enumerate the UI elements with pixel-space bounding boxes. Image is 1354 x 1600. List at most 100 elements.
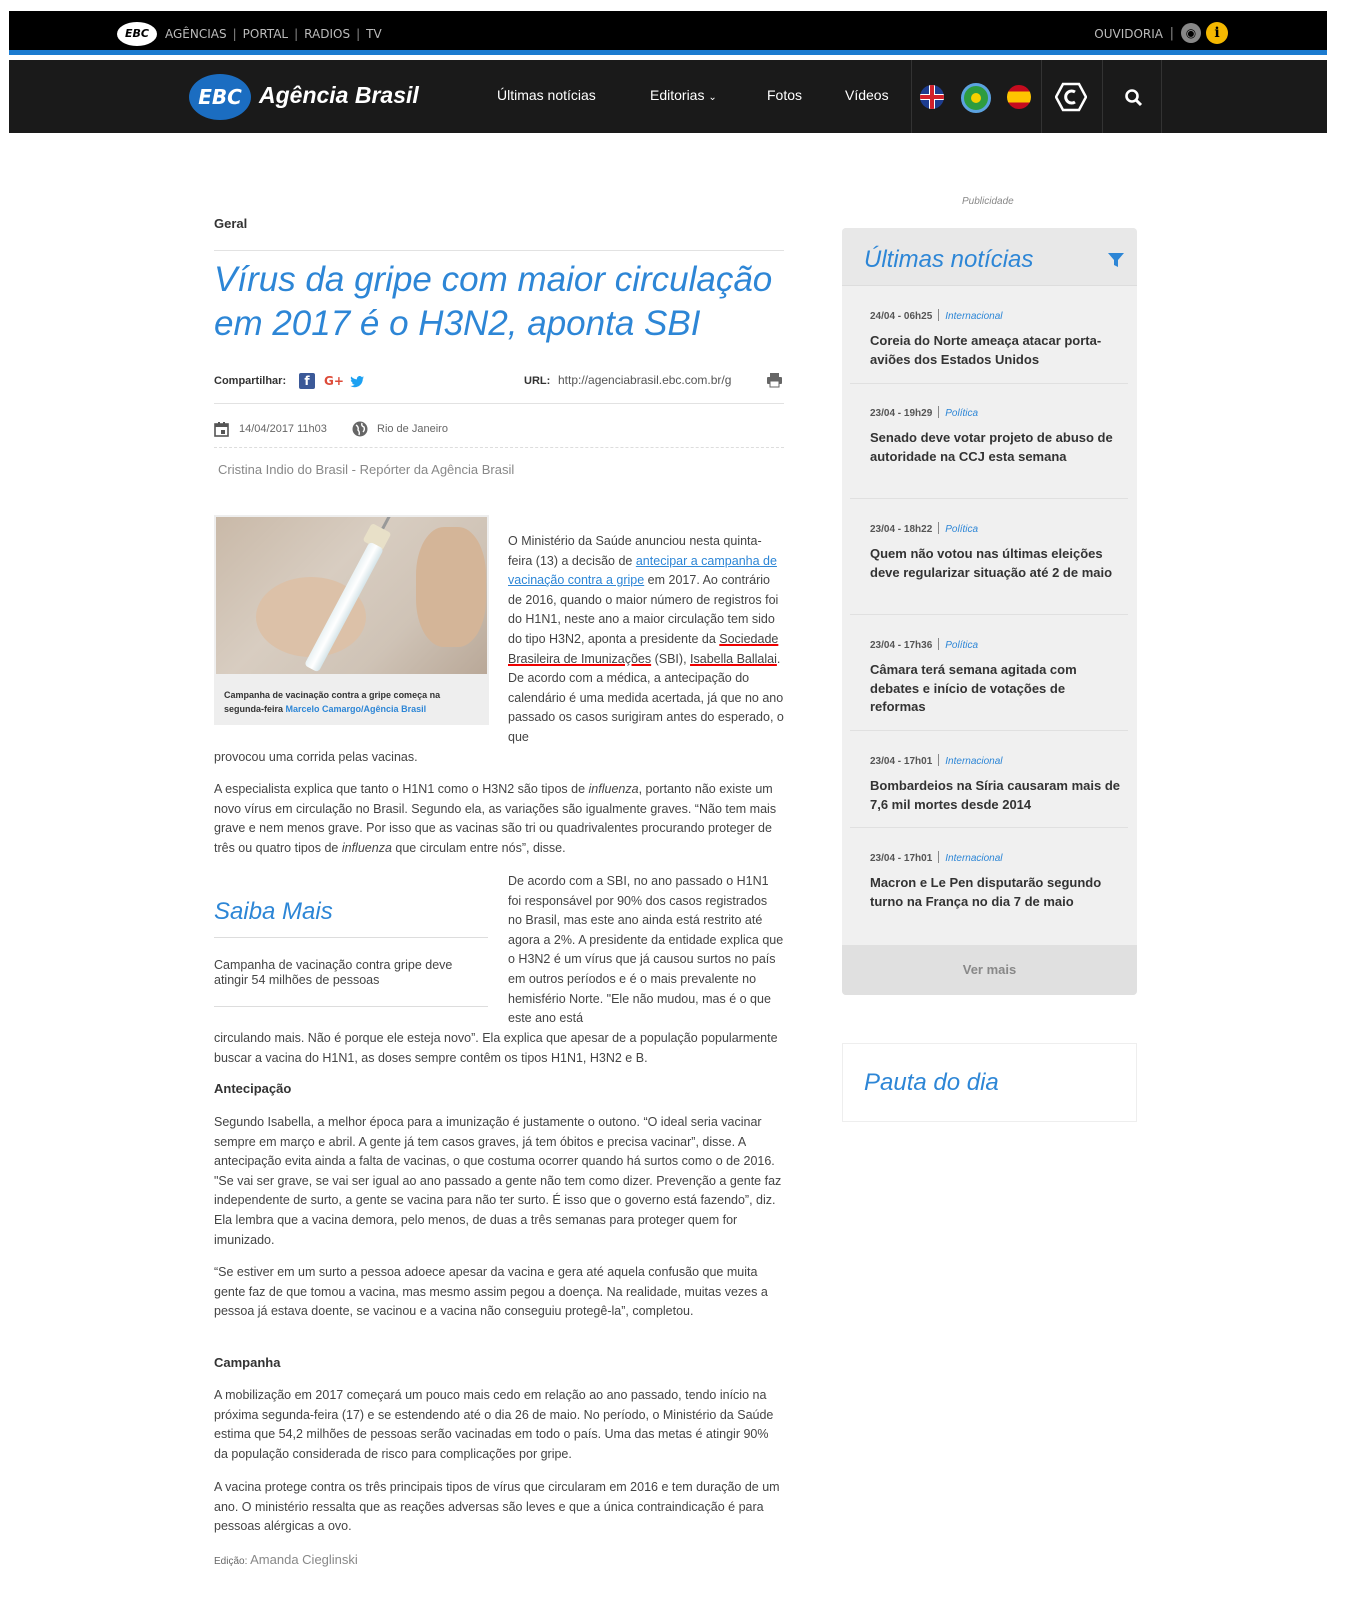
- info-icon[interactable]: i: [1206, 22, 1228, 44]
- photo-credit[interactable]: Marcelo Camargo/Agência Brasil: [286, 704, 427, 714]
- text: A especialista explica que tanto o H1N1 …: [214, 782, 589, 796]
- nav-divider: [1041, 60, 1042, 133]
- news-item[interactable]: 23/04 - 17h36 Política Câmara terá semana…: [870, 635, 1120, 717]
- paragraph-5: “Se estiver em um surto a pessoa adoece …: [214, 1265, 768, 1319]
- rss-icon[interactable]: ◉: [1181, 23, 1201, 43]
- text: influenza: [341, 840, 392, 855]
- top-links: AGÊNCIAS | PORTAL | RADIOS | TV: [165, 27, 382, 41]
- nav-fotos[interactable]: Fotos: [767, 87, 802, 103]
- text: (SBI),: [651, 651, 691, 666]
- uk-flag-icon[interactable]: [920, 85, 944, 109]
- filter-icon[interactable]: [1108, 252, 1124, 268]
- paragraph-6: A mobilização em 2017 começará um pouco …: [214, 1388, 774, 1461]
- news-item[interactable]: 23/04 - 18h22 Política Quem não votou nas…: [870, 519, 1120, 582]
- text: influenza: [588, 782, 639, 796]
- news-item[interactable]: 23/04 - 17h01 Internacional Bombardeios n…: [870, 751, 1120, 814]
- saiba-mais-link[interactable]: Campanha de vacinação contra gripe deve …: [214, 958, 484, 988]
- news-title[interactable]: Coreia do Norte ameaça atacar porta-aviõ…: [870, 332, 1120, 369]
- link-tv[interactable]: TV: [366, 27, 382, 41]
- news-category[interactable]: Internacional: [945, 853, 1002, 864]
- see-more-button[interactable]: Ver mais: [842, 945, 1137, 995]
- news-item[interactable]: 24/04 - 06h25 Internacional Coreia do Nor…: [870, 306, 1120, 369]
- nav-divider: [911, 60, 912, 133]
- print-icon[interactable]: [766, 372, 783, 388]
- news-date: 24/04 - 06h25: [870, 311, 933, 322]
- link-agencias[interactable]: AGÊNCIAS: [165, 27, 227, 41]
- nav-videos[interactable]: Vídeos: [845, 87, 889, 103]
- nav-editorias[interactable]: Editorias ⌄: [650, 87, 717, 103]
- paragraph-2: A especialista explica que tanto o H1N1 …: [214, 780, 784, 858]
- article-title: Vírus da gripe com maior circulação em 2…: [214, 260, 773, 343]
- news-category[interactable]: Política: [945, 524, 978, 535]
- news-title[interactable]: Câmara terá semana agitada com debates e…: [870, 661, 1120, 717]
- top-divider: |: [1169, 26, 1174, 41]
- paragraph-3-cont: circulando mais. Não é porque ele esteja…: [214, 1031, 778, 1065]
- news-title[interactable]: Macron e Le Pen disputarão segundo turno…: [870, 874, 1120, 911]
- nav-divider: [1102, 60, 1103, 133]
- article-photo[interactable]: [216, 517, 487, 674]
- latest-news-panel: Últimas notícias 24/04 - 06h25 Internacio…: [842, 228, 1137, 995]
- news-title[interactable]: Senado deve votar projeto de abuso de au…: [870, 429, 1120, 466]
- twitter-icon[interactable]: [349, 374, 365, 390]
- news-category[interactable]: Política: [945, 408, 978, 419]
- spain-flag-icon[interactable]: [1007, 85, 1031, 109]
- subheading-campanha: Campanha: [214, 1355, 281, 1370]
- main-nav: EBC Agência Brasil Últimas notícias Edit…: [9, 60, 1327, 133]
- url-input[interactable]: [558, 370, 748, 390]
- link-portal[interactable]: PORTAL: [243, 27, 288, 41]
- divider: [214, 250, 784, 251]
- news-date: 23/04 - 17h36: [870, 640, 933, 651]
- chevron-down-icon: ⌄: [708, 92, 717, 103]
- paragraph-4: Segundo Isabella, a melhor época para a …: [214, 1115, 782, 1247]
- ebc-mini-logo[interactable]: EBC: [117, 22, 157, 46]
- news-title[interactable]: Quem não votou nas últimas eleições deve…: [870, 545, 1120, 582]
- news-title[interactable]: Bombardeios na Síria causaram mais de 7,…: [870, 777, 1120, 814]
- paragraph-1: O Ministério da Saúde anunciou nesta qui…: [508, 532, 784, 748]
- link-radios[interactable]: RADIOS: [304, 27, 350, 41]
- divider: [850, 730, 1128, 731]
- divider: [850, 614, 1128, 615]
- photo-caption: Campanha de vacinação contra a gripe com…: [224, 688, 479, 716]
- creative-commons-icon[interactable]: [1055, 82, 1087, 112]
- google-plus-icon[interactable]: G+: [323, 373, 345, 389]
- edition-credit: Edição: Amanda Cieglinski: [214, 1552, 358, 1567]
- ballalai-link[interactable]: Isabella Ballalai: [690, 652, 777, 666]
- news-category[interactable]: Política: [945, 640, 978, 651]
- paragraph-7: A vacina protege contra os três principa…: [214, 1480, 780, 1534]
- url-label: URL:: [524, 375, 551, 387]
- divider: [214, 447, 784, 448]
- divider: [214, 1006, 488, 1007]
- article-location: Rio de Janeiro: [377, 423, 448, 435]
- latest-news-header: Últimas notícias: [842, 228, 1137, 286]
- nav-ultimas-noticias[interactable]: Últimas notícias: [497, 87, 596, 103]
- article-category[interactable]: Geral: [214, 216, 247, 231]
- ebc-logo[interactable]: EBC: [189, 74, 251, 120]
- link-ouvidoria[interactable]: OUVIDORIA: [1094, 27, 1163, 41]
- news-item[interactable]: 23/04 - 17h01 Internacional Macron e Le P…: [870, 848, 1120, 911]
- top-bar: EBC AGÊNCIAS | PORTAL | RADIOS | TV OUVIDORIA …: [9, 11, 1327, 55]
- divider: [850, 498, 1128, 499]
- news-date: 23/04 - 17h01: [870, 756, 933, 767]
- article-author: Cristina Indio do Brasil - Repórter da A…: [218, 462, 515, 477]
- edition-label: Edição:: [214, 1556, 248, 1567]
- brazil-flag-icon[interactable]: [961, 83, 991, 113]
- news-date: 23/04 - 17h01: [870, 853, 933, 864]
- advertising-label: Publicidade: [962, 196, 1014, 207]
- latest-news-title[interactable]: Últimas notícias: [864, 246, 1033, 274]
- agenda-panel: Pauta do dia: [842, 1043, 1137, 1122]
- calendar-icon: [214, 422, 229, 437]
- divider: [850, 827, 1128, 828]
- news-item[interactable]: 23/04 - 19h29 Política Senado deve votar …: [870, 403, 1120, 466]
- news-category[interactable]: Internacional: [945, 311, 1002, 322]
- agencia-brasil-logo-text[interactable]: Agência Brasil: [259, 82, 419, 109]
- news-category[interactable]: Internacional: [945, 756, 1002, 767]
- article-date: 14/04/2017 11h03: [239, 423, 327, 435]
- facebook-icon[interactable]: f: [299, 373, 315, 389]
- agenda-title[interactable]: Pauta do dia: [864, 1069, 999, 1097]
- text: que circulam entre nós”, disse.: [391, 840, 566, 855]
- paragraph-1-cont: provocou uma corrida pelas vacinas.: [214, 750, 418, 764]
- subheading-antecipacao: Antecipação: [214, 1081, 292, 1096]
- search-icon[interactable]: [1124, 88, 1144, 108]
- paragraph-3: De acordo com a SBI, no ano passado o H1…: [508, 874, 784, 1026]
- saiba-mais-title: Saiba Mais: [214, 898, 333, 925]
